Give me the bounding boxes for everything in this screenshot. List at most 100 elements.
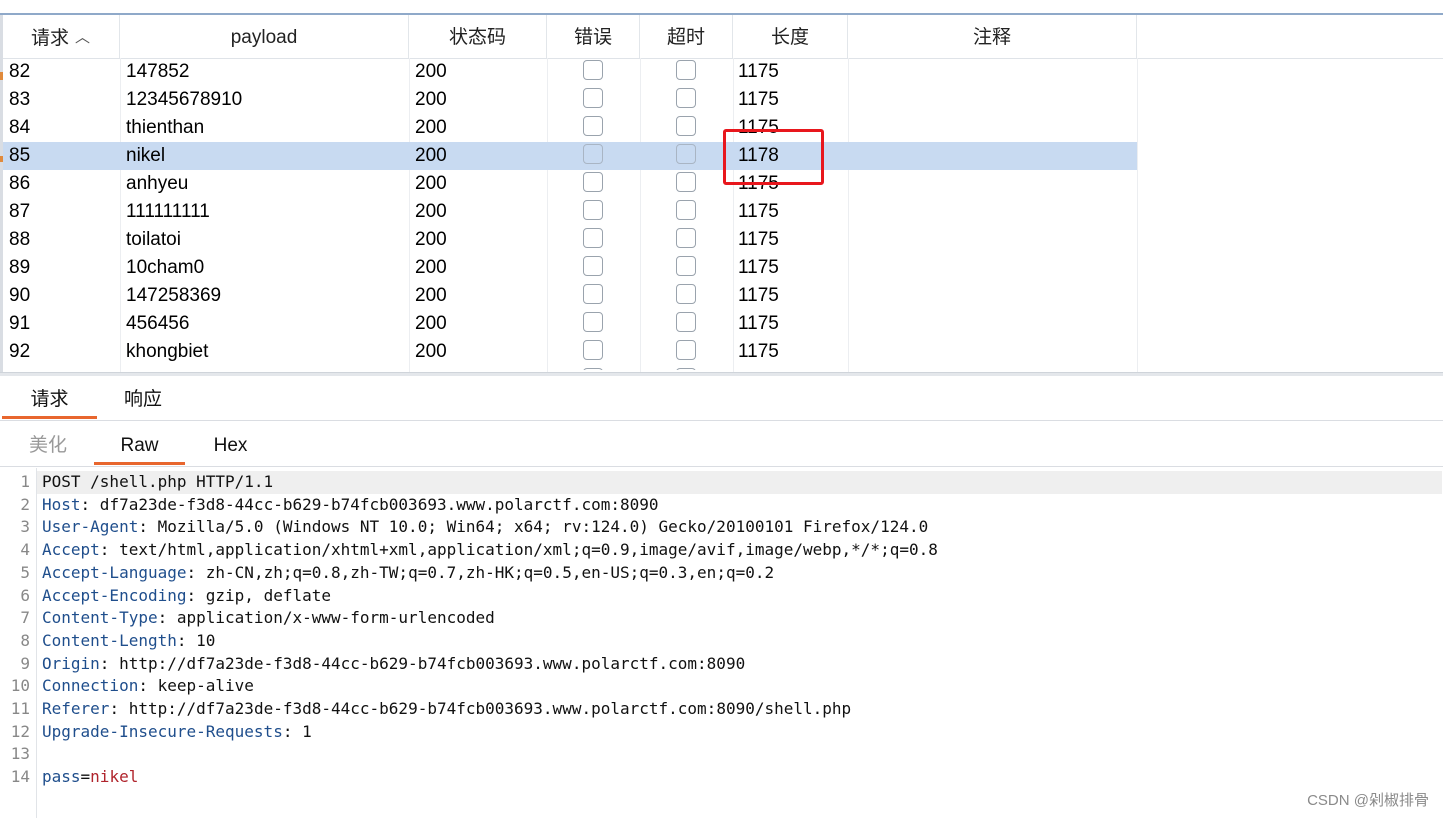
header-line: Accept-Encoding: gzip, deflate: [42, 585, 331, 608]
header-colon: :: [176, 630, 187, 650]
column-header-payload[interactable]: payload: [120, 15, 409, 58]
cell-request-id: 82: [9, 61, 31, 82]
line-number: 11: [10, 699, 30, 718]
header-name: Origin: [42, 653, 100, 673]
cell-length: 1175: [738, 313, 779, 334]
line-number: 3: [20, 517, 30, 537]
error-checkbox[interactable]: [583, 88, 603, 108]
table-row[interactable]: 92 khongbiet 200 1175: [3, 338, 1137, 366]
timeout-checkbox[interactable]: [676, 60, 696, 80]
message-tabs: 请求 响应: [0, 376, 1443, 421]
error-checkbox[interactable]: [583, 116, 603, 136]
header-value: Mozilla/5.0 (Windows NT 10.0; Win64; x64…: [147, 517, 929, 537]
column-header-status[interactable]: 状态码: [409, 15, 547, 58]
table-row[interactable]: 82 147852 200 1175: [3, 58, 1137, 86]
error-checkbox[interactable]: [583, 256, 603, 276]
header-line: Connection: keep-alive: [42, 675, 254, 698]
timeout-checkbox[interactable]: [676, 228, 696, 248]
table-row[interactable]: 91 456456 200 1175: [3, 310, 1137, 338]
cell-request-id: 83: [9, 89, 31, 110]
cell-payload: 147852: [126, 61, 190, 82]
error-checkbox[interactable]: [583, 228, 603, 248]
line-number: 12: [10, 721, 30, 741]
cell-payload: nikel: [126, 145, 166, 166]
cell-status: 200: [415, 145, 447, 166]
table-row[interactable]: 85 nikel 200 1178: [3, 142, 1137, 170]
header-name: Accept: [42, 540, 100, 560]
tab-request[interactable]: 请求: [2, 376, 97, 420]
line-number: 14: [10, 767, 30, 787]
cell-length: 1175: [738, 341, 779, 362]
header-line: User-Agent: Mozilla/5.0 (Windows NT 10.0…: [42, 516, 928, 539]
header-name: Referer: [42, 699, 110, 718]
tab-pretty[interactable]: 美化: [2, 422, 94, 466]
table-row[interactable]: 87 111111111 200 1175: [3, 198, 1137, 226]
cell-payload: 456456: [126, 313, 190, 334]
table-row[interactable]: 83 12345678910 200 1175: [3, 86, 1137, 114]
column-header-length[interactable]: 长度: [733, 15, 848, 58]
column-header-comment[interactable]: 注释: [848, 15, 1137, 58]
timeout-checkbox[interactable]: [676, 200, 696, 220]
header-colon: :: [99, 653, 110, 673]
error-checkbox[interactable]: [583, 340, 603, 360]
header-line: Upgrade-Insecure-Requests: 1: [42, 721, 312, 744]
line-number: 4: [20, 540, 30, 560]
column-header-error[interactable]: 错误: [547, 15, 640, 58]
table-row[interactable]: 88 toilatoi 200 1175: [3, 226, 1137, 254]
table-row-partial: [3, 366, 1137, 370]
timeout-checkbox: [676, 368, 696, 370]
cell-length: 1175: [738, 285, 779, 306]
column-header-request[interactable]: 请求 ︿: [3, 15, 120, 58]
timeout-checkbox[interactable]: [676, 116, 696, 136]
table-row[interactable]: 90 147258369 200 1175: [3, 282, 1137, 310]
raw-request-editor[interactable]: 1 2 3 4 5 6 7 8 9 10 11 12 13 14 POST /shell.php HTTP…: [0, 468, 1443, 818]
tab-response[interactable]: 响应: [97, 376, 189, 420]
error-checkbox[interactable]: [583, 200, 603, 220]
timeout-checkbox[interactable]: [676, 256, 696, 276]
chevron-up-icon[interactable]: ︿: [75, 15, 90, 61]
error-checkbox[interactable]: [583, 284, 603, 304]
column-header-timeout[interactable]: 超时: [640, 15, 733, 58]
header-name: Host: [42, 494, 81, 514]
header-line: Content-Length: 10: [42, 630, 215, 653]
error-checkbox[interactable]: [583, 312, 603, 332]
timeout-checkbox[interactable]: [676, 340, 696, 360]
error-checkbox[interactable]: [583, 60, 603, 80]
header-colon: :: [80, 494, 91, 514]
header-name: User-Agent: [42, 517, 139, 537]
timeout-checkbox[interactable]: [676, 172, 696, 192]
timeout-checkbox[interactable]: [676, 144, 696, 164]
table-row[interactable]: 86 anhyeu 200 1175: [3, 170, 1137, 198]
line-number: 10: [10, 676, 30, 696]
tab-raw[interactable]: Raw: [94, 422, 185, 466]
timeout-checkbox[interactable]: [676, 88, 696, 108]
error-checkbox[interactable]: [583, 172, 603, 192]
line-number: 2: [20, 494, 30, 514]
header-name: Upgrade-Insecure-Requests: [42, 721, 283, 741]
timeout-checkbox[interactable]: [676, 284, 696, 304]
header-name: Content-Length: [42, 630, 177, 650]
error-checkbox: [583, 368, 603, 370]
equals-sign: =: [80, 767, 91, 787]
cell-status: 200: [415, 61, 447, 82]
cell-status: 200: [415, 257, 447, 278]
cell-length: 1175: [738, 61, 779, 82]
cell-length: 1175: [738, 257, 779, 278]
timeout-checkbox[interactable]: [676, 312, 696, 332]
header-line: Accept-Language: zh-CN,zh;q=0.8,zh-TW;q=…: [42, 562, 774, 585]
cell-request-id: 84: [9, 117, 31, 138]
header-line: Referer: http://df7a23de-f3d8-44cc-b629-…: [42, 698, 851, 721]
table-header: 请求 ︿ payload 状态码 错误 超时 长度 注释: [3, 15, 1443, 59]
cell-request-id: 92: [9, 341, 31, 362]
line-number-gutter: 1 2 3 4 5 6 7 8 9 10 11 12 13 14: [0, 468, 37, 818]
cell-status: 200: [415, 117, 447, 138]
header-colon: :: [109, 699, 120, 718]
watermark: CSDN @剁椒排骨: [1307, 792, 1429, 809]
cell-payload: 10cham0: [126, 257, 205, 278]
line-number: 13: [10, 744, 30, 764]
table-row[interactable]: 89 10cham0 200 1175: [3, 254, 1137, 282]
table-row[interactable]: 84 thienthan 200 1175: [3, 114, 1137, 142]
header-line: Origin: http://df7a23de-f3d8-44cc-b629-b…: [42, 653, 745, 676]
tab-hex[interactable]: Hex: [185, 422, 276, 466]
error-checkbox[interactable]: [583, 144, 603, 164]
